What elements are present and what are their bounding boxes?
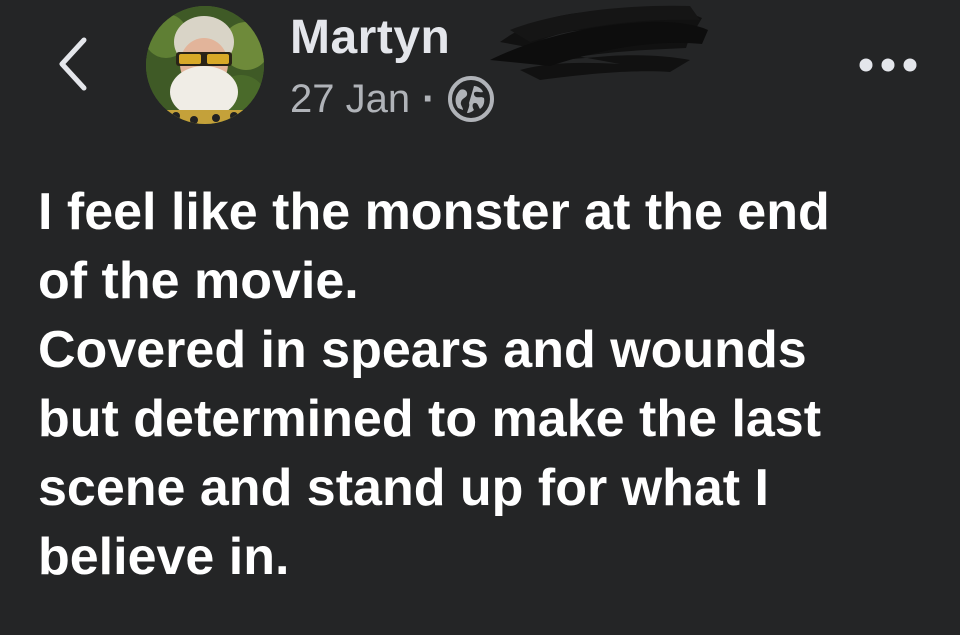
post-screen: Martyn 27 Jan · I feel like the monster …: [0, 0, 960, 635]
post-text-line: believe in.: [38, 528, 290, 586]
post-date[interactable]: 27 Jan: [290, 74, 410, 124]
avatar-image: [146, 6, 264, 124]
chevron-left-icon: [59, 37, 87, 91]
more-horizontal-icon: [859, 58, 917, 72]
post-text-line: of the movie.: [38, 252, 359, 310]
reaction-bar-edge: [0, 627, 960, 635]
avatar[interactable]: [146, 6, 264, 124]
post-text-line: I feel like the monster at the end: [38, 183, 830, 241]
redaction-scribble: [490, 5, 708, 80]
post-body: I feel like the monster at the end of th…: [38, 178, 938, 592]
author-name[interactable]: Martyn: [290, 10, 450, 66]
more-options-button[interactable]: [850, 40, 926, 90]
back-button[interactable]: [44, 32, 100, 96]
globe-icon: [447, 75, 495, 123]
post-text-line: Covered in spears and wounds: [38, 321, 807, 379]
meta-separator: ·: [422, 77, 436, 121]
post-text-line: but determined to make the last: [38, 390, 822, 448]
post-text-line: scene and stand up for what I: [38, 459, 769, 517]
post-meta: 27 Jan ·: [290, 74, 495, 124]
